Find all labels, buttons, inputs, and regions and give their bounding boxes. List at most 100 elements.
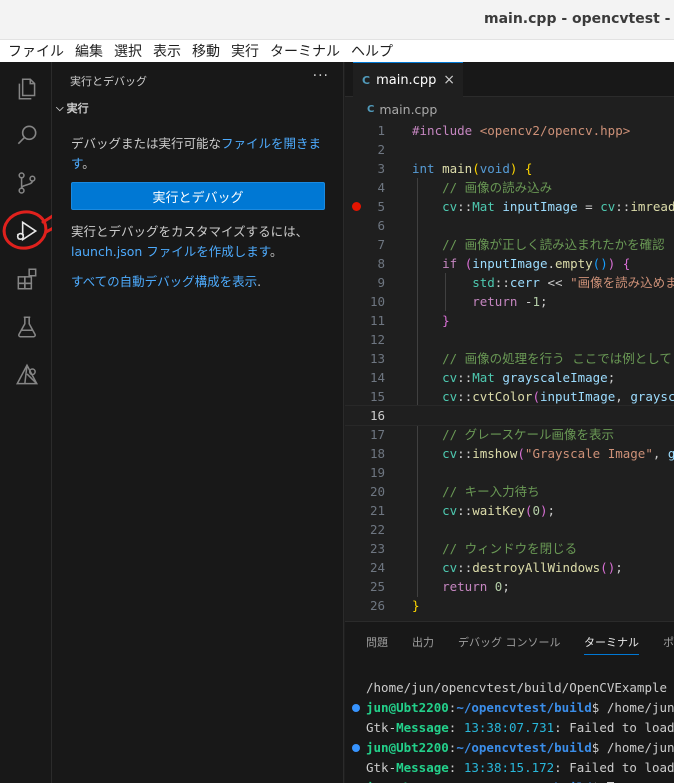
run-debug-sidebar: 実行とデバッグ ··· ⌵ 実行 デバッグまたは実行可能なファイルを開きます。 … bbox=[52, 62, 344, 783]
line-number: 4 bbox=[377, 180, 385, 195]
code-line[interactable]: 22 bbox=[345, 520, 674, 539]
panel-tabs: 問題 出力 デバッグ コンソール ターミナル ポ bbox=[345, 622, 674, 660]
code-text: } bbox=[412, 598, 420, 613]
code-editor[interactable]: 1 #include <opencv2/opencv.hpp> 2 3 int ma… bbox=[345, 121, 674, 621]
gtk-timestamp: 13:38:07.731 bbox=[463, 720, 555, 735]
cmake-icon[interactable] bbox=[12, 360, 42, 390]
sidebar-title: 実行とデバッグ bbox=[70, 75, 147, 88]
command-status-icon[interactable] bbox=[352, 744, 360, 752]
line-number: 3 bbox=[377, 161, 385, 176]
line-number: 18 bbox=[369, 446, 385, 461]
menu-view[interactable]: 表示 bbox=[153, 41, 181, 61]
code-text: } bbox=[442, 313, 450, 328]
run-section-label: 実行 bbox=[66, 102, 89, 115]
menu-run[interactable]: 実行 bbox=[231, 41, 259, 61]
code-text: // 画像の読み込み bbox=[442, 180, 553, 195]
show-all-debug-configs-link[interactable]: すべての自動デバッグ構成を表示 bbox=[71, 274, 257, 289]
code-line[interactable]: 24 cv::destroyAllWindows(); bbox=[345, 558, 674, 577]
gtk-message-label: Message bbox=[396, 760, 449, 775]
code-line[interactable]: 10 return -1; bbox=[345, 292, 674, 311]
close-icon[interactable]: × bbox=[443, 72, 455, 88]
search-icon[interactable] bbox=[12, 120, 42, 150]
run-section-header[interactable]: ⌵ 実行 bbox=[56, 100, 89, 116]
code-text: cv::cvtColor(inputImage, grayscale bbox=[442, 389, 674, 404]
code-line[interactable]: 14 cv::Mat grayscaleImage; bbox=[345, 368, 674, 387]
editor-tab-bar: C main.cpp × bbox=[345, 62, 674, 97]
code-line[interactable]: 2 bbox=[345, 140, 674, 159]
code-text: cv::Mat inputImage = cv::imread(" bbox=[442, 199, 674, 214]
explorer-icon[interactable] bbox=[12, 74, 42, 104]
more-actions-icon[interactable]: ··· bbox=[313, 68, 329, 84]
code-line-current[interactable]: 16 bbox=[345, 405, 674, 426]
code-text: #include <opencv2/opencv.hpp> bbox=[412, 123, 631, 138]
code-line[interactable]: 15 cv::cvtColor(inputImage, grayscale bbox=[345, 387, 674, 406]
menu-selection[interactable]: 選択 bbox=[114, 41, 142, 61]
launch-json-hint-prefix: 実行とデバッグをカスタマイズするには、 bbox=[71, 224, 309, 239]
prompt-command: $ /home/jun/op bbox=[591, 740, 674, 755]
terminal-line: Gtk-Message: 13:38:15.172: Failed to loa… bbox=[366, 758, 674, 778]
code-text: // ウィンドウを閉じる bbox=[442, 541, 578, 556]
code-line[interactable]: 18 cv::imshow("Grayscale Image", gray bbox=[345, 444, 674, 463]
code-line[interactable]: 1 #include <opencv2/opencv.hpp> bbox=[345, 121, 674, 140]
tab-terminal[interactable]: ターミナル bbox=[584, 634, 639, 655]
chevron-down-icon: ⌵ bbox=[56, 102, 64, 114]
code-line[interactable]: 20 // キー入力待ち bbox=[345, 482, 674, 501]
prompt-path: ~/opencvtest/build bbox=[456, 700, 592, 715]
create-launch-json-link[interactable]: launch.json ファイルを作成します bbox=[71, 244, 270, 259]
tab-problems[interactable]: 問題 bbox=[366, 634, 388, 650]
extensions-icon[interactable] bbox=[12, 264, 42, 294]
menu-go[interactable]: 移動 bbox=[192, 41, 220, 61]
code-text: // 画像が正しく読み込まれたかを確認 bbox=[442, 237, 665, 252]
line-number: 23 bbox=[369, 541, 385, 556]
code-line[interactable]: 13 // 画像の処理を行う ここでは例として bbox=[345, 349, 674, 368]
line-number: 2 bbox=[377, 142, 385, 157]
code-line[interactable]: 5 cv::Mat inputImage = cv::imread(" bbox=[345, 197, 674, 216]
open-file-hint-suffix: 。 bbox=[82, 156, 95, 171]
code-line[interactable]: 26} bbox=[345, 596, 674, 615]
tab-ports[interactable]: ポ bbox=[663, 634, 674, 650]
window-title: main.cpp - opencvtest - Vis bbox=[484, 11, 674, 27]
open-file-hint: デバッグまたは実行可能なファイルを開きます。 bbox=[71, 134, 327, 174]
code-line[interactable]: 25 return 0; bbox=[345, 577, 674, 596]
code-line[interactable]: 6 bbox=[345, 216, 674, 235]
tab-output[interactable]: 出力 bbox=[412, 634, 434, 650]
breadcrumb: C main.cpp bbox=[345, 97, 674, 121]
run-and-debug-icon[interactable] bbox=[12, 216, 42, 246]
code-line[interactable]: 23 // ウィンドウを閉じる bbox=[345, 539, 674, 558]
code-line[interactable]: 17 // グレースケール画像を表示 bbox=[345, 425, 674, 444]
testing-icon[interactable] bbox=[12, 312, 42, 342]
menu-edit[interactable]: 編集 bbox=[75, 41, 103, 61]
code-line[interactable]: 4 // 画像の読み込み bbox=[345, 178, 674, 197]
code-line[interactable]: 7 // 画像が正しく読み込まれたかを確認 bbox=[345, 235, 674, 254]
command-status-icon[interactable] bbox=[352, 704, 360, 712]
code-text: return -1; bbox=[472, 294, 548, 309]
line-number: 10 bbox=[369, 294, 385, 309]
line-number: 20 bbox=[369, 484, 385, 499]
code-line[interactable]: 8 if (inputImage.empty()) { bbox=[345, 254, 674, 273]
source-control-icon[interactable] bbox=[12, 168, 42, 198]
code-line[interactable]: 21 cv::waitKey(0); bbox=[345, 501, 674, 520]
terminal[interactable]: /home/jun/opencvtest/build/OpenCVExample… bbox=[345, 678, 674, 783]
auto-debug-configs-hint: すべての自動デバッグ構成を表示. bbox=[71, 272, 327, 292]
gtk-message-label: Message bbox=[396, 720, 449, 735]
gtk-prefix: Gtk- bbox=[366, 760, 397, 775]
code-line[interactable]: 9 std::cerr << "画像を読み込めませ bbox=[345, 273, 674, 292]
code-line[interactable]: 3 int main(void) { bbox=[345, 159, 674, 178]
menu-terminal[interactable]: ターミナル bbox=[270, 41, 340, 61]
line-number: 24 bbox=[369, 560, 385, 575]
menu-help[interactable]: ヘルプ bbox=[351, 41, 393, 61]
menu-file[interactable]: ファイル bbox=[8, 41, 64, 61]
line-number: 21 bbox=[369, 503, 385, 518]
code-text: cv::imshow("Grayscale Image", gray bbox=[442, 446, 674, 461]
code-line[interactable]: 12 bbox=[345, 330, 674, 349]
line-number: 15 bbox=[369, 389, 385, 404]
breadcrumb-file[interactable]: main.cpp bbox=[379, 102, 437, 117]
tab-debug-console[interactable]: デバッグ コンソール bbox=[458, 634, 561, 650]
line-number: 26 bbox=[369, 598, 385, 613]
gtk-timestamp: 13:38:15.172 bbox=[463, 760, 555, 775]
code-line[interactable]: 19 bbox=[345, 463, 674, 482]
code-line[interactable]: 11 } bbox=[345, 311, 674, 330]
prompt-command: $ /home/jun/op bbox=[591, 700, 674, 715]
run-and-debug-button[interactable]: 実行とデバッグ bbox=[71, 182, 325, 210]
tab-main-cpp[interactable]: C main.cpp × bbox=[353, 62, 463, 97]
